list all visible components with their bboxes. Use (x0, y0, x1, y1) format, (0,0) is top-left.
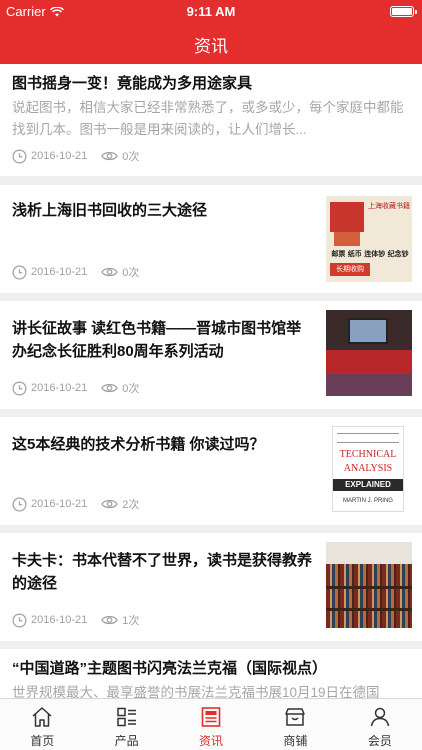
tab-label: 商铺 (283, 734, 308, 748)
article-date: 2016-10-21 (31, 382, 88, 394)
article-thumbnail: TECHNICAL ANALYSIS EXPLAINED MARTIN J. P… (332, 426, 404, 512)
clock-icon (12, 613, 27, 627)
status-bar: Carrier 9:11 AM (0, 0, 422, 22)
thumb-badge: 长期收购 (330, 263, 370, 276)
article-item[interactable]: 讲长征故事 读红色书籍——晋城市图书馆举办纪念长征胜利80周年系列活动 2016… (0, 301, 422, 409)
article-list[interactable]: 图书摇身一变！竟能成为多用途家具 说起图书，相信大家已经非常熟悉了，或多或少，每… (0, 64, 422, 698)
article-title: “中国道路”主题图书闪亮法兰克福（国际视点） (12, 660, 328, 677)
clock: 9:11 AM (186, 4, 236, 19)
battery-icon (390, 6, 417, 17)
stamp-sheet-image (330, 202, 364, 232)
eye-icon (101, 267, 119, 277)
article-meta: 2016-10-21 0次 (12, 264, 139, 280)
nav-bar: Carrier 9:11 AM 资讯 (0, 0, 422, 64)
home-icon (32, 707, 52, 727)
tab-label: 首页 (30, 734, 55, 748)
tab-bar: 首页 产品 资讯 商铺 会员 (0, 698, 422, 750)
article-meta: 2016-10-21 1次 (12, 612, 139, 628)
article-title: 浅析上海旧书回收的三大途径 (12, 202, 208, 219)
eye-icon (101, 383, 119, 393)
audience-seats (326, 374, 412, 396)
article-title: 卡夫卡：书本代替不了世界，读书是获得教养的途径 (12, 552, 313, 592)
tab-label: 产品 (114, 734, 139, 748)
article-views: 2次 (122, 499, 140, 511)
article-summary: 说起图书，相信大家已经非常熟悉了，或多或少，每个家庭中都能找到几本。图书一般是用… (12, 100, 404, 137)
list-icon (116, 707, 136, 727)
cover-title-line: ANALYSIS (343, 463, 393, 474)
thumb-caption: 邮票 纸币 连体钞 纪念钞 (331, 250, 409, 258)
page-title: 资讯 (194, 37, 228, 56)
tab-products[interactable]: 产品 (84, 699, 168, 750)
user-icon (370, 707, 390, 727)
clock-icon (12, 149, 27, 163)
article-thumbnail: 上海收藏书籍 邮票 纸币 连体钞 纪念钞 长期收购 (326, 196, 412, 282)
article-item[interactable]: 卡夫卡：书本代替不了世界，读书是获得教养的途径 2016-10-21 1次 (0, 533, 422, 641)
cover-header-lines (337, 433, 399, 443)
eye-icon (101, 151, 119, 161)
article-item[interactable]: 浅析上海旧书回收的三大途径 2016-10-21 0次 上海收藏书籍 邮票 纸币… (0, 185, 422, 293)
tab-label: 会员 (367, 734, 392, 748)
tab-shop[interactable]: 商铺 (253, 699, 337, 750)
cover-title-line: TECHNICAL (339, 449, 397, 460)
shelf-divider (326, 586, 412, 589)
article-views: 0次 (122, 151, 140, 163)
article-title: 这5本经典的技术分析书籍 你读过吗？ (12, 436, 265, 453)
eye-icon (101, 499, 119, 509)
screen-image (348, 318, 388, 344)
stage-banner (326, 350, 412, 374)
article-date: 2016-10-21 (31, 266, 88, 278)
article-date: 2016-10-21 (31, 614, 88, 626)
tab-home[interactable]: 首页 (0, 699, 84, 750)
clock-icon (12, 381, 27, 395)
article-thumbnail (326, 542, 412, 628)
article-meta: 2016-10-21 2次 (12, 496, 139, 512)
article-title: 图书摇身一变！竟能成为多用途家具 (12, 75, 253, 92)
article-thumbnail (326, 310, 412, 396)
article-views: 0次 (122, 267, 140, 279)
article-item[interactable]: 这5本经典的技术分析书籍 你读过吗？ 2016-10-21 2次 TECHNIC… (0, 417, 422, 525)
article-date: 2016-10-21 (31, 150, 88, 162)
clock-icon (12, 265, 27, 279)
clock-icon (12, 497, 27, 511)
shelf-divider (326, 608, 412, 611)
article-date: 2016-10-21 (31, 498, 88, 510)
article-title: 讲长征故事 读红色书籍——晋城市图书馆举办纪念长征胜利80周年系列活动 (12, 320, 302, 360)
eye-icon (101, 615, 119, 625)
cover-author: MARTIN J. PRING (343, 498, 393, 504)
news-icon (201, 707, 221, 727)
article-views: 0次 (122, 383, 140, 395)
article-item[interactable]: 图书摇身一变！竟能成为多用途家具 说起图书，相信大家已经非常熟悉了，或多或少，每… (0, 64, 422, 176)
thumb-heading: 上海收藏书籍 (368, 202, 410, 210)
banknote-image (334, 232, 360, 246)
shop-icon (285, 708, 306, 726)
article-meta: 2016-10-21 0次 (12, 380, 139, 396)
tab-news[interactable]: 资讯 (169, 699, 253, 750)
article-summary: 世界规模最大、最享盛誉的书展法兰克福书展10月19日在德国 (12, 685, 380, 698)
sky-area (326, 542, 412, 564)
cover-subtitle: EXPLAINED (333, 479, 403, 491)
tab-label: 资讯 (199, 734, 224, 748)
article-views: 1次 (122, 615, 140, 627)
article-item[interactable]: “中国道路”主题图书闪亮法兰克福（国际视点） 世界规模最大、最享盛誉的书展法兰克… (0, 649, 422, 698)
article-meta: 2016-10-21 0次 (12, 148, 139, 164)
tab-member[interactable]: 会员 (338, 699, 422, 750)
